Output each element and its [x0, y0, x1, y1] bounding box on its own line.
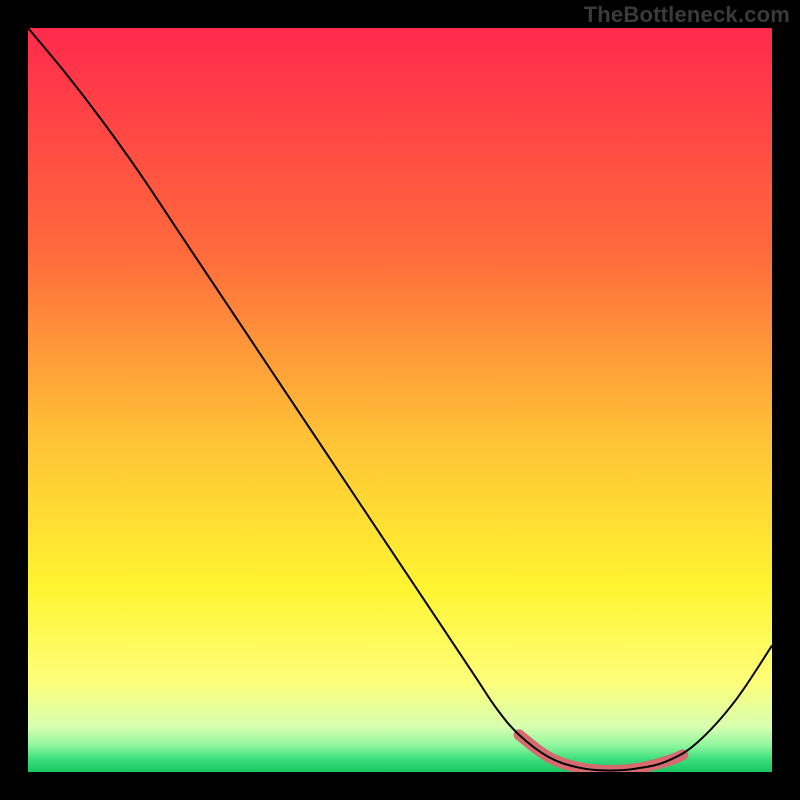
gradient-background — [28, 28, 772, 772]
bottleneck-chart — [28, 28, 772, 772]
watermark-text: TheBottleneck.com — [584, 2, 790, 28]
plot-area — [28, 28, 772, 772]
chart-frame: TheBottleneck.com — [0, 0, 800, 800]
